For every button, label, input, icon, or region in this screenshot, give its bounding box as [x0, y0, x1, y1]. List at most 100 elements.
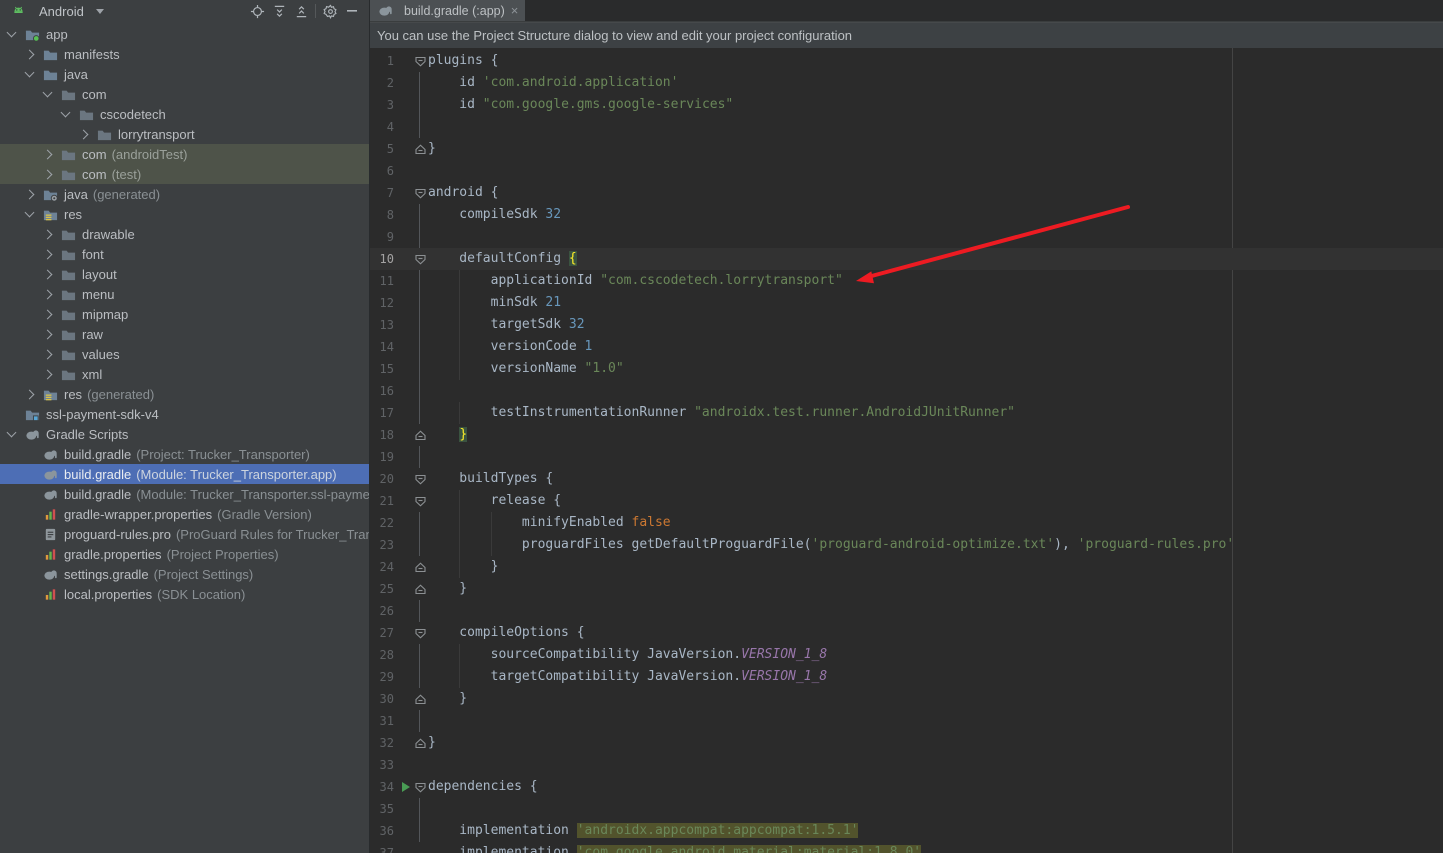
code-line-21[interactable]: 21 release { — [370, 490, 1443, 512]
tree-item-proguard-rules-pro-proguard-rules-for-trucker-transporter[interactable]: proguard-rules.pro(ProGuard Rules for Tr… — [0, 524, 369, 544]
tree-item-app[interactable]: app — [0, 24, 369, 44]
tree-item-local-properties-sdk-location[interactable]: local.properties(SDK Location) — [0, 584, 369, 604]
code-line-27[interactable]: 27 compileOptions { — [370, 622, 1443, 644]
code-line-14[interactable]: 14 versionCode 1 — [370, 336, 1443, 358]
chevron-right-icon[interactable] — [43, 169, 53, 179]
tree-item-manifests[interactable]: manifests — [0, 44, 369, 64]
chevron-down-icon[interactable] — [43, 88, 53, 98]
settings-icon[interactable] — [319, 1, 341, 21]
tree-item-gradle-scripts[interactable]: Gradle Scripts — [0, 424, 369, 444]
run-gutter-icon[interactable] — [400, 776, 412, 798]
code-line-32[interactable]: 32} — [370, 732, 1443, 754]
chevron-right-icon[interactable] — [43, 309, 53, 319]
fold-end-icon[interactable] — [412, 424, 428, 446]
tree-item-raw[interactable]: raw — [0, 324, 369, 344]
tree-item-ssl-payment-sdk-v4[interactable]: ssl-payment-sdk-v4 — [0, 404, 369, 424]
code-line-22[interactable]: 22 minifyEnabled false — [370, 512, 1443, 534]
tree-item-drawable[interactable]: drawable — [0, 224, 369, 244]
code-line-3[interactable]: 3 id "com.google.gms.google-services" — [370, 94, 1443, 116]
tree-item-com-test[interactable]: com(test) — [0, 164, 369, 184]
code-line-7[interactable]: 7android { — [370, 182, 1443, 204]
code-line-28[interactable]: 28 sourceCompatibility JavaVersion.VERSI… — [370, 644, 1443, 666]
fold-end-icon[interactable] — [412, 688, 428, 710]
tree-item-java[interactable]: java — [0, 64, 369, 84]
project-view-selector[interactable]: Android — [39, 4, 84, 19]
fold-start-icon[interactable] — [412, 182, 428, 204]
code-line-12[interactable]: 12 minSdk 21 — [370, 292, 1443, 314]
expand-all-icon[interactable] — [268, 1, 290, 21]
code-line-8[interactable]: 8 compileSdk 32 — [370, 204, 1443, 226]
chevron-down-icon[interactable] — [25, 68, 35, 78]
code-line-35[interactable]: 35 — [370, 798, 1443, 820]
tree-item-build-gradle-module-trucker-transporter-ssl-payment-sdk-v4[interactable]: build.gradle(Module: Trucker_Transporter… — [0, 484, 369, 504]
code-line-24[interactable]: 24 } — [370, 556, 1443, 578]
code-line-23[interactable]: 23 proguardFiles getDefaultProguardFile(… — [370, 534, 1443, 556]
code-line-25[interactable]: 25 } — [370, 578, 1443, 600]
tree-item-java-generated[interactable]: java(generated) — [0, 184, 369, 204]
tree-item-settings-gradle-project-settings[interactable]: settings.gradle(Project Settings) — [0, 564, 369, 584]
chevron-down-icon[interactable] — [61, 108, 71, 118]
chevron-down-icon[interactable] — [7, 28, 17, 38]
tree-item-com[interactable]: com — [0, 84, 369, 104]
chevron-right-icon[interactable] — [25, 189, 35, 199]
chevron-right-icon[interactable] — [79, 129, 89, 139]
fold-start-icon[interactable] — [412, 50, 428, 72]
tree-item-font[interactable]: font — [0, 244, 369, 264]
tree-item-layout[interactable]: layout — [0, 264, 369, 284]
chevron-right-icon[interactable] — [43, 229, 53, 239]
code-line-10[interactable]: 10 defaultConfig { — [370, 248, 1443, 270]
code-line-36[interactable]: 36 implementation 'androidx.appcompat:ap… — [370, 820, 1443, 842]
close-icon[interactable]: × — [511, 4, 519, 17]
chevron-right-icon[interactable] — [43, 149, 53, 159]
tree-item-xml[interactable]: xml — [0, 364, 369, 384]
chevron-right-icon[interactable] — [43, 289, 53, 299]
fold-end-icon[interactable] — [412, 732, 428, 754]
tree-item-menu[interactable]: menu — [0, 284, 369, 304]
tree-item-res[interactable]: res — [0, 204, 369, 224]
fold-start-icon[interactable] — [412, 248, 428, 270]
tree-item-mipmap[interactable]: mipmap — [0, 304, 369, 324]
tree-item-gradle-properties-project-properties[interactable]: gradle.properties(Project Properties) — [0, 544, 369, 564]
code-line-20[interactable]: 20 buildTypes { — [370, 468, 1443, 490]
chevron-right-icon[interactable] — [43, 269, 53, 279]
code-line-19[interactable]: 19 — [370, 446, 1443, 468]
fold-start-icon[interactable] — [412, 776, 428, 798]
code-line-4[interactable]: 4 — [370, 116, 1443, 138]
chevron-right-icon[interactable] — [43, 329, 53, 339]
hide-panel-icon[interactable] — [341, 1, 363, 21]
tree-item-cscodetech[interactable]: cscodetech — [0, 104, 369, 124]
code-line-30[interactable]: 30 } — [370, 688, 1443, 710]
code-line-16[interactable]: 16 — [370, 380, 1443, 402]
code-line-13[interactable]: 13 targetSdk 32 — [370, 314, 1443, 336]
code-line-5[interactable]: 5} — [370, 138, 1443, 160]
code-line-26[interactable]: 26 — [370, 600, 1443, 622]
chevron-right-icon[interactable] — [43, 369, 53, 379]
chevron-right-icon[interactable] — [43, 249, 53, 259]
fold-end-icon[interactable] — [412, 556, 428, 578]
tree-item-com-androidtest[interactable]: com(androidTest) — [0, 144, 369, 164]
fold-end-icon[interactable] — [412, 578, 428, 600]
code-line-29[interactable]: 29 targetCompatibility JavaVersion.VERSI… — [370, 666, 1443, 688]
chevron-down-icon[interactable] — [25, 208, 35, 218]
chevron-right-icon[interactable] — [25, 49, 35, 59]
fold-start-icon[interactable] — [412, 490, 428, 512]
tab-build-gradle-app[interactable]: build.gradle (:app) × — [370, 0, 525, 21]
locate-icon[interactable] — [246, 1, 268, 21]
code-line-37[interactable]: 37 implementation 'com.google.android.ma… — [370, 842, 1443, 853]
tree-item-values[interactable]: values — [0, 344, 369, 364]
tree-item-build-gradle-module-trucker-transporter-app[interactable]: build.gradle(Module: Trucker_Transporter… — [0, 464, 369, 484]
fold-start-icon[interactable] — [412, 468, 428, 490]
code-line-33[interactable]: 33 — [370, 754, 1443, 776]
code-line-17[interactable]: 17 testInstrumentationRunner "androidx.t… — [370, 402, 1443, 424]
code-line-2[interactable]: 2 id 'com.android.application' — [370, 72, 1443, 94]
tree-item-gradle-wrapper-properties-gradle-version[interactable]: gradle-wrapper.properties(Gradle Version… — [0, 504, 369, 524]
code-line-18[interactable]: 18 } — [370, 424, 1443, 446]
tree-item-res-generated[interactable]: res(generated) — [0, 384, 369, 404]
collapse-all-icon[interactable] — [290, 1, 312, 21]
code-line-6[interactable]: 6 — [370, 160, 1443, 182]
chevron-down-icon[interactable] — [96, 9, 104, 14]
code-line-9[interactable]: 9 — [370, 226, 1443, 248]
code-line-31[interactable]: 31 — [370, 710, 1443, 732]
code-editor[interactable]: 1plugins {2 id 'com.android.application'… — [370, 48, 1443, 853]
chevron-right-icon[interactable] — [25, 389, 35, 399]
